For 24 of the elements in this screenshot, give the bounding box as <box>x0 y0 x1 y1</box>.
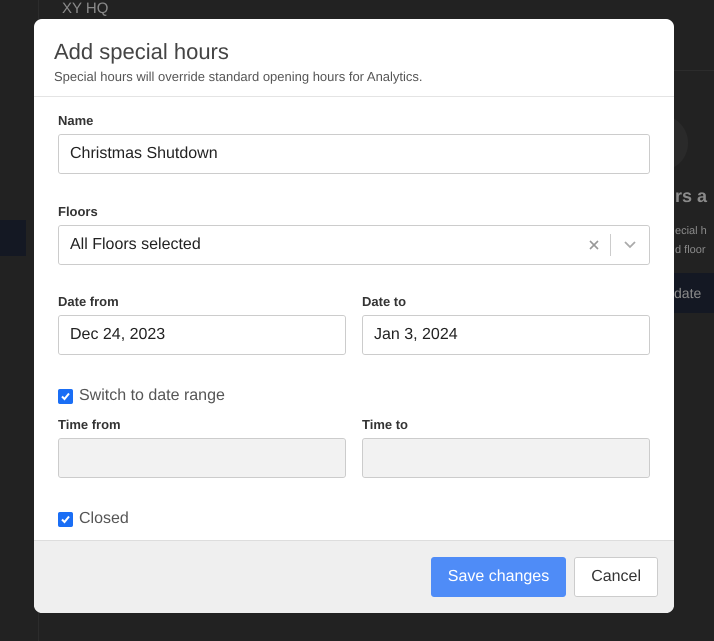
input-field[interactable]: Dec 24, 2023 <box>58 315 346 355</box>
cancel-button[interactable]: Cancel <box>574 557 658 597</box>
checkbox-label: Closed <box>79 510 129 528</box>
checkbox[interactable] <box>58 512 73 526</box>
field-label: Time to <box>362 417 409 432</box>
input-field[interactable]: Christmas Shutdown <box>58 134 650 174</box>
chevron-down-icon[interactable] <box>623 240 637 249</box>
description-text: d floor <box>675 243 707 258</box>
field-label: Floors <box>58 204 99 218</box>
select-value: All Floors selected <box>70 234 202 254</box>
input-field[interactable]: Jan 3, 2024 <box>362 315 650 355</box>
page-header-title: XY HQ <box>62 0 108 17</box>
select-field[interactable]: All Floors selected <box>58 224 650 264</box>
description-text: ecial h <box>675 224 707 239</box>
checkbox-label: Switch to date range <box>79 387 225 405</box>
dialog-subtitle: Special hours will override standard opening hours for Analytics. <box>54 69 424 84</box>
section-heading: rs a <box>675 186 708 207</box>
checkbox[interactable] <box>58 388 73 404</box>
field-label: Name <box>58 113 94 128</box>
clear-icon[interactable] <box>588 238 600 250</box>
field-label: Time from <box>58 417 122 432</box>
field-label: Date from <box>58 294 120 309</box>
dialog-title: Add special hours <box>54 39 230 65</box>
field-label: Date to <box>362 294 408 309</box>
